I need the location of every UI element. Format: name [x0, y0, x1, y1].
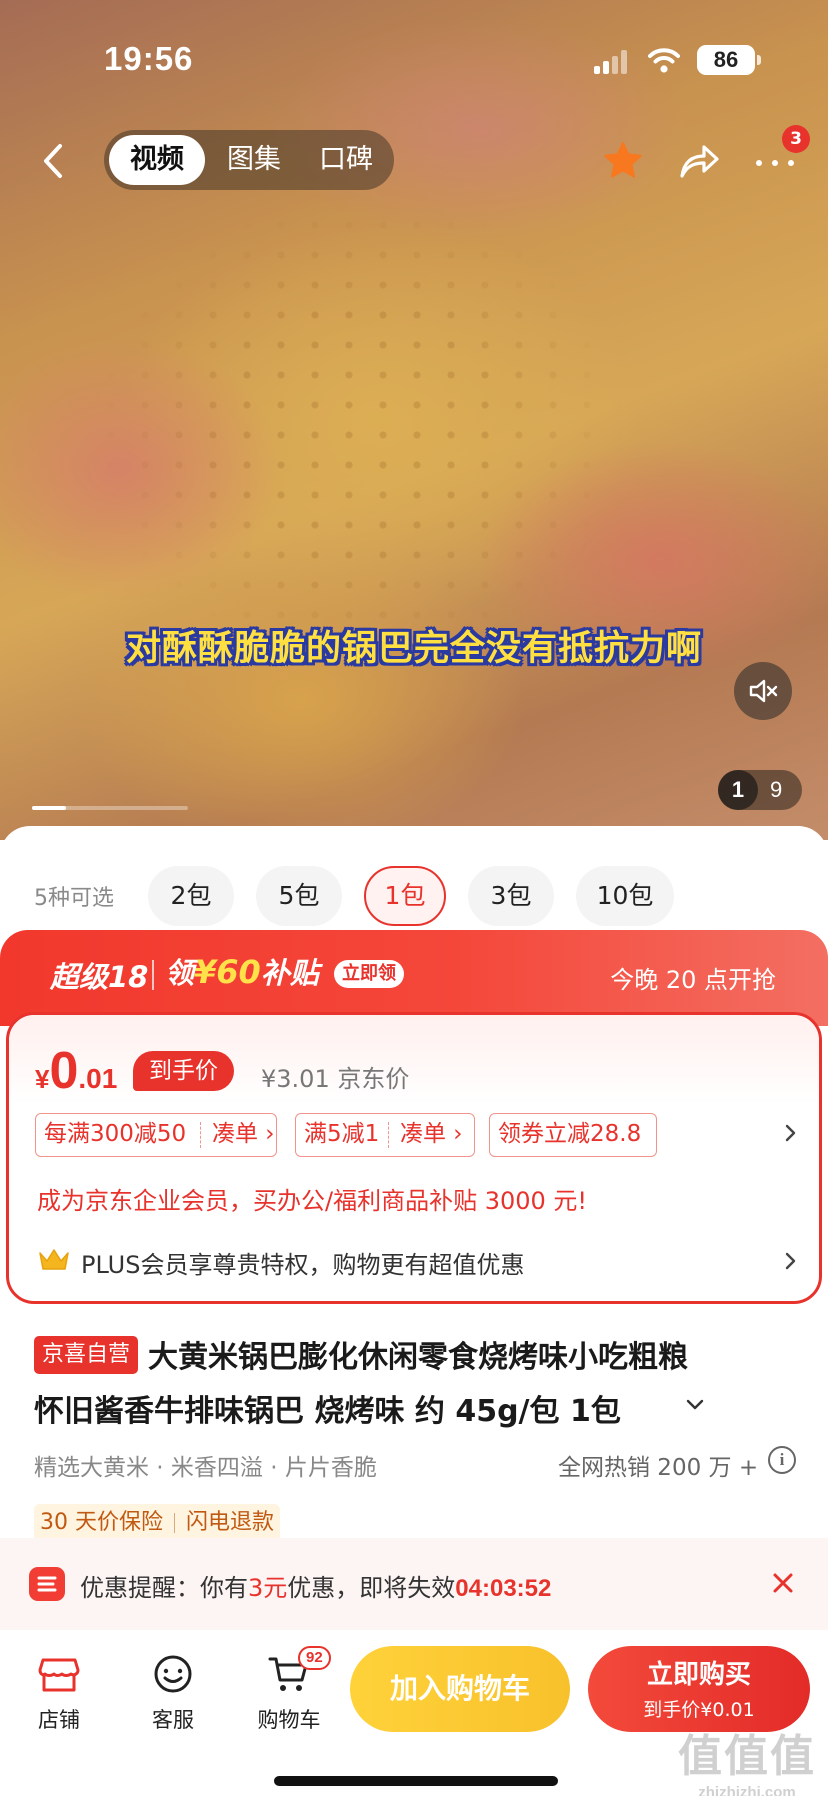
final-price: ¥0.01	[35, 1041, 117, 1101]
product-video[interactable]: 19:56 86 视频 图集 口碑 3 对酥酥脆脆的锅巴完全没有抵抗力啊 1 9	[0, 0, 828, 840]
buy-now-price: 到手价¥0.01	[643, 1699, 755, 1721]
crown-icon	[39, 1249, 69, 1270]
chevron-right-icon[interactable]	[783, 1119, 799, 1147]
top-nav: 视频 图集 口碑 3	[0, 125, 828, 192]
product-features: 精选大黄米 · 米香四溢 · 片片香脆	[34, 1455, 377, 1481]
watermark-url: zhizhizhi.com	[698, 1784, 796, 1796]
cellular-signal-icon	[594, 50, 630, 74]
add-to-cart-button[interactable]: 加入购物车	[350, 1646, 570, 1732]
video-subtitle: 对酥酥脆脆的锅巴完全没有抵抗力啊	[125, 629, 702, 669]
media-tabs: 视频 图集 口碑	[104, 130, 394, 190]
battery-icon: 86	[697, 45, 761, 75]
reminder-countdown: 04:03:52	[455, 1575, 552, 1602]
subsidy-prefix: 领	[165, 956, 195, 990]
product-sheet: 5种可选 2包 5包 1包 3包 10包 超级18 领¥60补贴 立即领 今晚 …	[0, 826, 828, 1796]
video-progress-bar[interactable]	[32, 806, 188, 810]
currency-symbol: ¥	[35, 1064, 50, 1094]
store-icon	[38, 1658, 80, 1692]
variant-count: 5种可选	[34, 886, 114, 911]
variant-option-selected[interactable]: 1包	[364, 866, 446, 926]
jd-price: ¥3.01 京东价	[261, 1065, 410, 1093]
mute-button[interactable]	[734, 662, 792, 720]
variant-option[interactable]: 5包	[256, 866, 342, 926]
notification-badge: 3	[782, 125, 810, 153]
watermark: 值值值 zhizhizhi.com	[672, 1720, 822, 1796]
self-operated-badge: 京喜自营	[34, 1336, 139, 1374]
reminder-amount: 3元	[248, 1574, 288, 1602]
promo-subsidy: 领¥60补贴	[165, 950, 319, 992]
cart-button[interactable]: 购物车 92	[244, 1646, 334, 1752]
service-tag: 闪电退款	[186, 1510, 275, 1535]
video-progress-fill	[32, 806, 67, 810]
plus-member-text: PLUS会员享尊贵特权，购物更有超值优惠	[81, 1251, 525, 1279]
wifi-icon	[648, 48, 680, 73]
total-pages: 9	[770, 777, 783, 802]
store-label: 店铺	[38, 1708, 80, 1732]
price-decimal: .01	[78, 1063, 118, 1094]
coupon-action[interactable]: 凑单 ›	[400, 1114, 463, 1155]
discount-reminder-bar[interactable]: 优惠提醒：你有3元优惠，即将失效04:03:52	[0, 1538, 828, 1630]
variant-option[interactable]: 2包	[148, 866, 234, 926]
service-tag: 30 天价保险	[40, 1510, 163, 1535]
media-page-indicator: 1 9	[718, 770, 802, 810]
promo-divider	[152, 960, 154, 990]
promo-start-time: 今晚 20 点开抢	[610, 966, 776, 994]
tab-gallery[interactable]: 图集	[208, 135, 300, 185]
speaker-muted-icon	[749, 679, 778, 703]
back-icon[interactable]	[38, 142, 68, 180]
coupon-action[interactable]: 凑单 ›	[212, 1114, 275, 1155]
buy-now-label: 立即购买	[646, 1660, 751, 1690]
reminder-text: 优惠提醒：你有3元优惠，即将失效04:03:52	[80, 1568, 551, 1603]
service-label: 客服	[152, 1708, 194, 1732]
coupon-text: 每满300减50	[44, 1121, 187, 1147]
coupon-tag[interactable]: 满5减1 凑单 ›	[295, 1113, 475, 1157]
price-integer: 0	[49, 1042, 79, 1100]
customer-service-button[interactable]: 客服	[128, 1652, 218, 1752]
chevron-down-icon[interactable]	[685, 1398, 705, 1412]
tab-reviews[interactable]: 口碑	[300, 135, 392, 185]
tab-video[interactable]: 视频	[109, 135, 205, 185]
service-tags[interactable]: 30 天价保险 闪电退款	[34, 1504, 280, 1542]
reminder-prefix: 优惠提醒：你有	[80, 1574, 248, 1602]
star-icon[interactable]	[602, 140, 644, 182]
cart-count-badge: 92	[298, 1646, 331, 1670]
subsidy-suffix: 补贴	[260, 956, 319, 990]
close-icon[interactable]	[772, 1572, 794, 1594]
coupon-text: 领券立减28.8	[498, 1121, 642, 1147]
coupon-tag[interactable]: 领券立减28.8	[489, 1113, 657, 1157]
info-icon[interactable]: i	[768, 1446, 796, 1474]
bottom-action-bar: 店铺 客服 购物车 92 加入购物车 立即购买 到手价¥0.01 值值值 zhi…	[0, 1630, 828, 1796]
chat-smile-icon	[154, 1655, 192, 1693]
enterprise-member-promo[interactable]: 成为京东企业会员，买办公/福利商品补贴 3000 元!	[37, 1181, 587, 1216]
variant-selector: 5种可选 2包 5包 1包 3包 10包	[0, 866, 828, 926]
coupon-icon	[29, 1567, 65, 1601]
share-icon[interactable]	[678, 142, 720, 180]
home-indicator[interactable]	[274, 1776, 558, 1786]
sales-count: 全网热销 200 万 +	[558, 1455, 759, 1481]
promo-title: 超级18	[50, 960, 149, 994]
coupon-tag[interactable]: 每满300减50 凑单 ›	[35, 1113, 277, 1157]
variant-option[interactable]: 3包	[468, 866, 554, 926]
cart-label: 购物车	[257, 1708, 321, 1732]
price-card: ¥0.01 到手价 ¥3.01 京东价 每满300减50 凑单 › 满5减1 凑…	[6, 1012, 822, 1304]
subsidy-amount: ¥60	[194, 953, 261, 991]
current-page: 1	[718, 770, 758, 810]
status-time: 19:56	[104, 40, 194, 77]
product-title-line1: 大黄米锅巴膨化休闲零食烧烤味小吃粗粮	[148, 1340, 688, 1375]
status-bar: 19:56 86	[0, 38, 828, 86]
watermark-logo: 值值值	[678, 1731, 816, 1782]
coupon-text: 满5减1	[304, 1121, 380, 1147]
variant-option[interactable]: 10包	[576, 866, 674, 926]
reminder-middle: 优惠，即将失效	[287, 1574, 456, 1602]
claim-now-tag[interactable]: 立即领	[334, 960, 404, 988]
store-button[interactable]: 店铺	[14, 1652, 104, 1752]
final-price-tag: 到手价	[133, 1051, 234, 1091]
plus-member-row[interactable]: PLUS会员享尊贵特权，购物更有超值优惠	[9, 1241, 819, 1281]
chevron-right-icon	[785, 1252, 796, 1270]
product-title-line2[interactable]: 怀旧酱香牛排味锅巴 烧烤味 约 45g/包 1包	[34, 1386, 621, 1430]
